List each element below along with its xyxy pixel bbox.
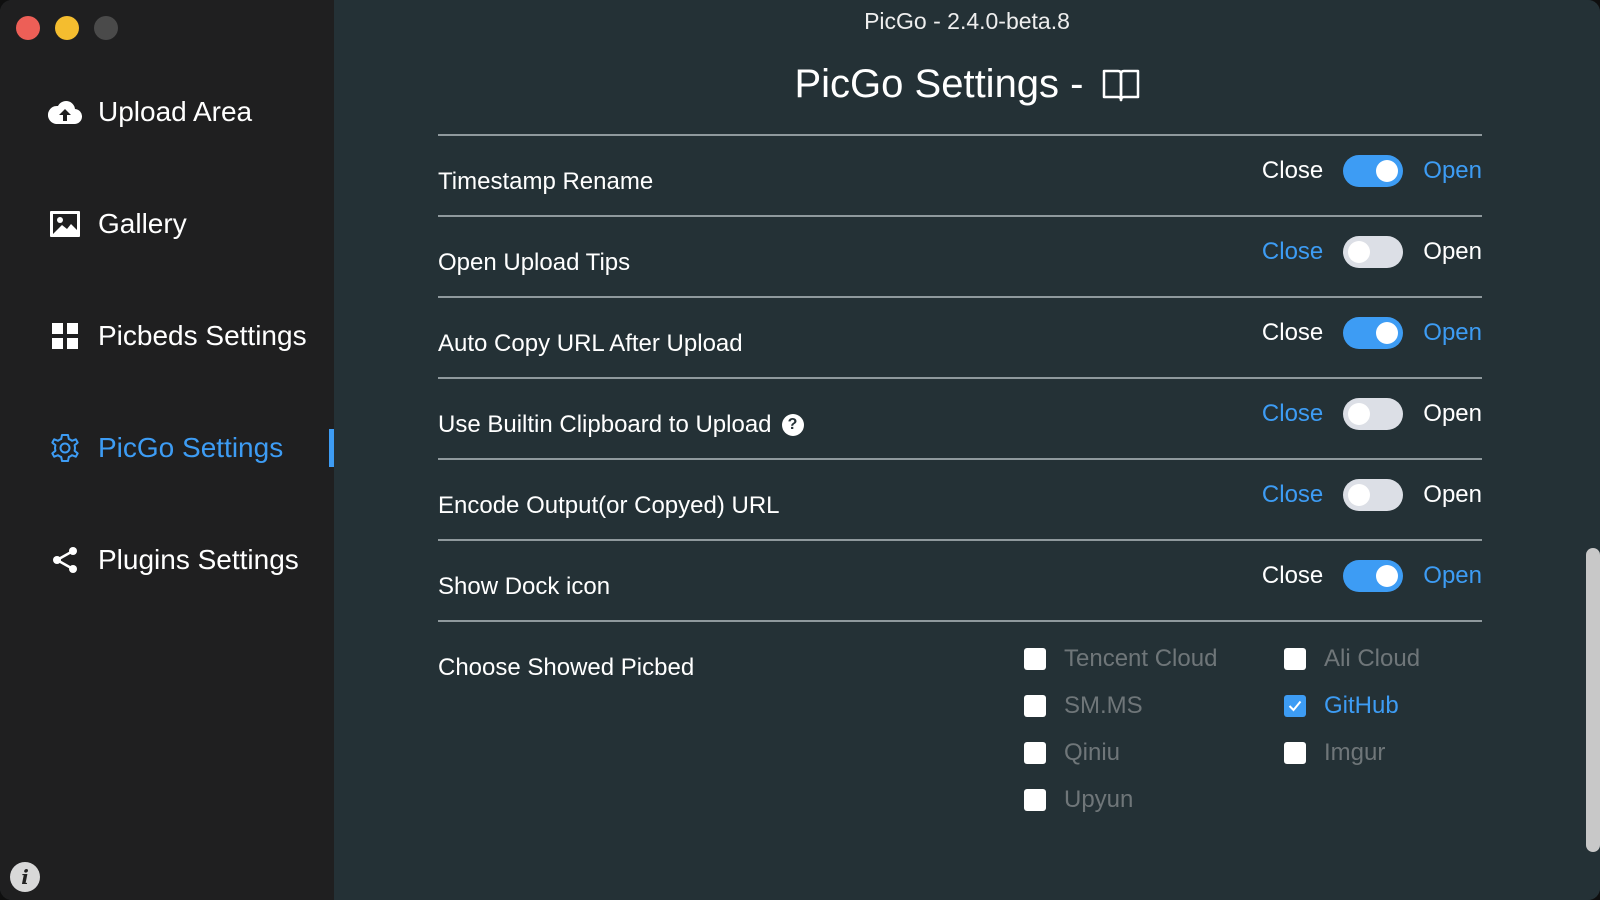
switch-on-label[interactable]: Open [1423, 157, 1482, 185]
toggle-switch[interactable] [1343, 478, 1404, 511]
vertical-scrollbar[interactable] [1586, 548, 1600, 852]
switch-off-label[interactable]: Close [1262, 238, 1323, 266]
checkbox-label: GitHub [1324, 692, 1399, 719]
setting-label: Open Upload Tips [438, 248, 631, 276]
image-icon [48, 207, 82, 241]
sidebar-item-label: PicGo Settings [98, 432, 284, 463]
sidebar: Upload Area Gallery Picbeds Settings Pic… [0, 0, 334, 900]
setting-row-show-dock-icon: Show Dock icon Close Open [438, 539, 1482, 620]
switch-on-label[interactable]: Open [1423, 481, 1482, 509]
main-panel: PicGo - 2.4.0-beta.8 PicGo Settings - Ti… [334, 0, 1600, 900]
sidebar-item-label: Plugins Settings [98, 544, 299, 575]
checkbox-upyun[interactable]: Upyun [1024, 786, 1284, 813]
setting-row-encode-url: Encode Output(or Copyed) URL Close Open [438, 458, 1482, 539]
checkbox-label: SM.MS [1064, 692, 1143, 719]
checkbox-qiniu[interactable]: Qiniu [1024, 739, 1284, 766]
toggle-group: Close Open [1262, 397, 1482, 430]
toggle-switch[interactable] [1343, 154, 1404, 187]
switch-off-label[interactable]: Close [1262, 157, 1323, 185]
settings-list: Timestamp Rename Close Open Open Upload … [438, 134, 1482, 842]
setting-label: Choose Showed Picbed [438, 654, 695, 681]
toggle-group: Close Open [1262, 316, 1482, 349]
setting-row-auto-copy-url: Auto Copy URL After Upload Close Open [438, 296, 1482, 377]
switch-knob [1376, 321, 1399, 344]
setting-row-choose-picbed: Choose Showed Picbed Tencent Cloud Ali C… [438, 620, 1482, 842]
checkbox-tencent-cloud[interactable]: Tencent Cloud [1024, 645, 1284, 672]
close-window-button[interactable] [16, 16, 40, 40]
setting-label-text: Use Builtin Clipboard to Upload [438, 410, 772, 438]
checkbox-box[interactable] [1024, 695, 1046, 717]
sidebar-item-label: Picbeds Settings [98, 320, 307, 351]
sidebar-item-label: Gallery [98, 208, 187, 239]
setting-row-open-upload-tips: Open Upload Tips Close Open [438, 215, 1482, 296]
switch-off-label[interactable]: Close [1262, 319, 1323, 347]
switch-knob [1348, 240, 1371, 263]
sidebar-item-upload-area[interactable]: Upload Area [0, 56, 334, 168]
checkbox-box[interactable] [1284, 742, 1306, 764]
switch-off-label[interactable]: Close [1262, 481, 1323, 509]
sidebar-item-gallery[interactable]: Gallery [0, 168, 334, 280]
sidebar-item-label: Upload Area [98, 96, 253, 127]
checkbox-label: Qiniu [1064, 739, 1121, 766]
checkbox-label: Ali Cloud [1324, 645, 1421, 672]
checkbox-ali-cloud[interactable]: Ali Cloud [1284, 645, 1484, 672]
picbed-checkbox-group: Tencent Cloud Ali Cloud SM.MS GitHub Qin… [1024, 645, 1484, 813]
setting-row-timestamp-rename: Timestamp Rename Close Open [438, 134, 1482, 215]
toggle-group: Close Open [1262, 559, 1482, 592]
minimize-window-button[interactable] [55, 16, 79, 40]
help-icon[interactable]: ? [781, 413, 804, 436]
toggle-switch[interactable] [1343, 397, 1404, 430]
setting-label: Auto Copy URL After Upload [438, 329, 743, 357]
setting-row-builtin-clipboard: Use Builtin Clipboard to Upload ? Close … [438, 377, 1482, 458]
sidebar-item-picgo-settings[interactable]: PicGo Settings [0, 392, 334, 504]
check-icon [1288, 700, 1302, 712]
toggle-group: Close Open [1262, 235, 1482, 268]
switch-on-label[interactable]: Open [1423, 319, 1482, 347]
checkbox-box[interactable] [1024, 789, 1046, 811]
toggle-switch[interactable] [1343, 235, 1404, 268]
app-window: Upload Area Gallery Picbeds Settings Pic… [0, 0, 1600, 900]
switch-knob [1348, 402, 1371, 425]
switch-knob [1348, 483, 1371, 506]
cloud-upload-icon [48, 95, 82, 129]
checkbox-box[interactable] [1024, 742, 1046, 764]
switch-on-label[interactable]: Open [1423, 562, 1482, 590]
switch-knob [1376, 564, 1399, 587]
toggle-switch[interactable] [1343, 559, 1404, 592]
switch-on-label[interactable]: Open [1423, 400, 1482, 428]
book-icon[interactable] [1102, 68, 1140, 102]
checkbox-box[interactable] [1284, 695, 1306, 717]
info-icon[interactable]: i [10, 862, 40, 892]
grid-icon [48, 319, 82, 353]
switch-on-label[interactable]: Open [1423, 238, 1482, 266]
share-icon [48, 543, 82, 577]
checkbox-imgur[interactable]: Imgur [1284, 739, 1484, 766]
setting-label: Timestamp Rename [438, 167, 654, 195]
zoom-window-button[interactable] [94, 16, 118, 40]
checkbox-label: Imgur [1324, 739, 1386, 766]
setting-label: Encode Output(or Copyed) URL [438, 491, 780, 519]
switch-off-label[interactable]: Close [1262, 400, 1323, 428]
checkbox-label: Upyun [1064, 786, 1134, 813]
window-title: PicGo - 2.4.0-beta.8 [864, 8, 1070, 34]
toggle-switch[interactable] [1343, 316, 1404, 349]
traffic-lights [16, 16, 118, 40]
page-title-text: PicGo Settings - [794, 62, 1084, 106]
toggle-group: Close Open [1262, 154, 1482, 187]
setting-label: Use Builtin Clipboard to Upload ? [438, 399, 804, 439]
setting-label: Show Dock icon [438, 572, 611, 600]
checkbox-box[interactable] [1284, 648, 1306, 670]
checkbox-github[interactable]: GitHub [1284, 692, 1484, 719]
checkbox-box[interactable] [1024, 648, 1046, 670]
switch-knob [1376, 159, 1399, 182]
page-title: PicGo Settings - [334, 62, 1600, 107]
sidebar-item-plugins-settings[interactable]: Plugins Settings [0, 504, 334, 616]
sidebar-item-picbeds-settings[interactable]: Picbeds Settings [0, 280, 334, 392]
gear-icon [48, 431, 82, 465]
switch-off-label[interactable]: Close [1262, 562, 1323, 590]
checkbox-label: Tencent Cloud [1064, 645, 1218, 672]
sidebar-nav: Upload Area Gallery Picbeds Settings Pic… [0, 56, 334, 616]
checkbox-sm-ms[interactable]: SM.MS [1024, 692, 1284, 719]
toggle-group: Close Open [1262, 478, 1482, 511]
